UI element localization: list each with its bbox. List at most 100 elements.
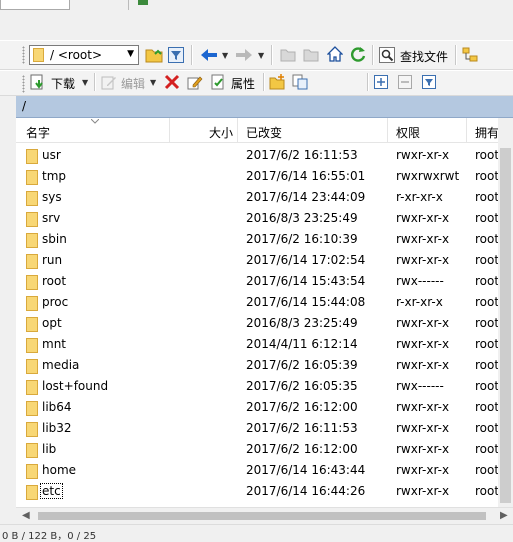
- table-row[interactable]: sys 2017/6/14 23:44:09 r-xr-xr-x root: [16, 187, 498, 208]
- cell-name: lost+found: [42, 379, 109, 393]
- column-header-owner-label: 拥有者: [475, 126, 498, 140]
- folder-icon: [26, 338, 38, 353]
- cell-name: opt: [42, 316, 62, 330]
- session-icon[interactable]: [136, 0, 150, 8]
- cell-modified: 2017/6/14 15:44:08: [246, 295, 366, 309]
- cell-owner: root: [475, 169, 498, 183]
- cell-name: lib32: [42, 421, 72, 435]
- cell-permissions: rwxr-xr-x: [396, 463, 450, 477]
- delete-icon[interactable]: [163, 73, 181, 91]
- scroll-thumb[interactable]: [500, 148, 511, 503]
- cell-permissions: rwxr-xr-x: [396, 400, 450, 414]
- file-list[interactable]: 名字 大小 已改变 权限 拥有者 usr 2017/6/2 16:11:53 rwx…: [16, 118, 498, 507]
- table-row[interactable]: run 2017/6/14 17:02:54 rwxr-xr-x root: [16, 250, 498, 271]
- column-header-permissions-label: 权限: [396, 126, 421, 140]
- table-row[interactable]: tmp 2017/6/14 16:55:01 rwxrwxrwt root: [16, 166, 498, 187]
- rename-icon[interactable]: [186, 73, 204, 91]
- scroll-left-icon[interactable]: ◀: [22, 510, 30, 521]
- filter-icon[interactable]: [167, 46, 185, 64]
- column-header-size[interactable]: 大小: [170, 118, 238, 142]
- cell-name: media: [42, 358, 80, 372]
- find-files-button[interactable]: 查找文件: [400, 48, 448, 65]
- cell-name: lib: [42, 442, 57, 456]
- column-header-owner[interactable]: 拥有者: [467, 118, 498, 142]
- folder-icon: [26, 422, 38, 437]
- table-row[interactable]: lib32 2017/6/2 16:11:53 rwxr-xr-x root: [16, 418, 498, 439]
- table-row[interactable]: media 2017/6/2 16:05:39 rwxr-xr-x root: [16, 355, 498, 376]
- new-folder-icon[interactable]: [268, 73, 286, 91]
- vertical-scrollbar[interactable]: [498, 118, 513, 507]
- cell-permissions: rwxr-xr-x: [396, 316, 450, 330]
- cell-permissions: rwx------: [396, 379, 444, 393]
- download-button[interactable]: 下载: [51, 75, 75, 92]
- cell-name: usr: [42, 148, 61, 162]
- cell-modified: 2017/6/2 16:11:53: [246, 148, 358, 162]
- address-bar[interactable]: /: [16, 96, 513, 118]
- toolbar-grip[interactable]: [22, 75, 25, 93]
- cell-modified: 2017/6/14 17:02:54: [246, 253, 366, 267]
- toolbar-grip[interactable]: [22, 46, 25, 64]
- unselect-all-icon: [397, 74, 413, 90]
- top-combo[interactable]: [0, 0, 70, 10]
- chevron-down-icon: ▼: [258, 51, 265, 60]
- horizontal-scrollbar[interactable]: ◀ ▶: [16, 507, 513, 524]
- forward-arrow-icon: [234, 46, 254, 64]
- cell-owner: root: [475, 190, 498, 204]
- back-arrow-icon[interactable]: [199, 46, 219, 64]
- select-all-icon[interactable]: [373, 74, 389, 90]
- cell-modified: 2016/8/3 23:25:49: [246, 211, 358, 225]
- table-row[interactable]: root 2017/6/14 15:43:54 rwx------ root: [16, 271, 498, 292]
- divider: [128, 0, 129, 10]
- open-folder-icon[interactable]: [145, 46, 163, 64]
- properties-icon[interactable]: [209, 73, 227, 91]
- cell-name: srv: [42, 211, 61, 225]
- column-header-modified-label: 已改变: [246, 126, 283, 140]
- column-header-name[interactable]: 名字: [16, 118, 170, 142]
- table-row[interactable]: proc 2017/6/14 15:44:08 r-xr-xr-x root: [16, 292, 498, 313]
- column-header-size-label: 大小: [208, 126, 233, 140]
- cell-owner: root: [475, 421, 498, 435]
- scroll-thumb[interactable]: [38, 512, 486, 520]
- home-icon[interactable]: [326, 45, 344, 63]
- folder-icon: [26, 170, 38, 185]
- tree-view-icon[interactable]: [461, 46, 479, 64]
- table-row[interactable]: srv 2016/8/3 23:25:49 rwxr-xr-x root: [16, 208, 498, 229]
- column-header-name-label: 名字: [26, 126, 51, 140]
- table-row[interactable]: opt 2016/8/3 23:25:49 rwxr-xr-x root: [16, 313, 498, 334]
- table-row[interactable]: mnt 2014/4/11 6:12:14 rwxr-xr-x root: [16, 334, 498, 355]
- column-header-permissions[interactable]: 权限: [388, 118, 467, 142]
- folder-icon: [26, 254, 38, 269]
- chevron-down-icon: ▼: [150, 78, 157, 87]
- table-row[interactable]: lib64 2017/6/2 16:12:00 rwxr-xr-x root: [16, 397, 498, 418]
- copy-path-icon[interactable]: [291, 73, 309, 91]
- cell-name: run: [42, 253, 63, 267]
- filter-select-icon[interactable]: [421, 74, 437, 90]
- table-row[interactable]: lost+found 2017/6/2 16:05:35 rwx------ root: [16, 376, 498, 397]
- chevron-down-icon[interactable]: ▼: [82, 78, 88, 87]
- root-folder-icon: [302, 46, 320, 64]
- find-files-icon[interactable]: [378, 46, 396, 64]
- folder-icon: [26, 401, 38, 416]
- folder-icon: [26, 464, 38, 479]
- table-row[interactable]: usr 2017/6/2 16:11:53 rwxr-xr-x root: [16, 145, 498, 166]
- table-row[interactable]: home 2017/6/14 16:43:44 rwxr-xr-x root: [16, 460, 498, 481]
- chevron-down-icon[interactable]: ▼: [222, 51, 228, 60]
- cell-modified: 2017/6/2 16:10:39: [246, 232, 358, 246]
- table-row[interactable]: lib 2017/6/2 16:12:00 rwxr-xr-x root: [16, 439, 498, 460]
- cell-name: proc: [42, 295, 69, 309]
- folder-icon: [26, 380, 38, 395]
- column-header-modified[interactable]: 已改变: [238, 118, 388, 142]
- scroll-right-icon[interactable]: ▶: [500, 510, 508, 521]
- table-row[interactable]: etc 2017/6/14 16:44:26 rwxr-xr-x root: [16, 481, 498, 502]
- path-combo[interactable]: / <root> ▼: [29, 45, 139, 65]
- properties-button[interactable]: 属性: [231, 75, 255, 92]
- table-row[interactable]: sbin 2017/6/2 16:10:39 rwxr-xr-x root: [16, 229, 498, 250]
- cell-name: root: [42, 274, 67, 288]
- refresh-icon[interactable]: [349, 45, 367, 63]
- cell-owner: root: [475, 484, 498, 498]
- cell-owner: root: [475, 442, 498, 456]
- download-icon[interactable]: [29, 73, 47, 91]
- folder-icon: [26, 359, 38, 374]
- chevron-down-icon: ▼: [127, 49, 134, 59]
- top-strip: [0, 0, 513, 14]
